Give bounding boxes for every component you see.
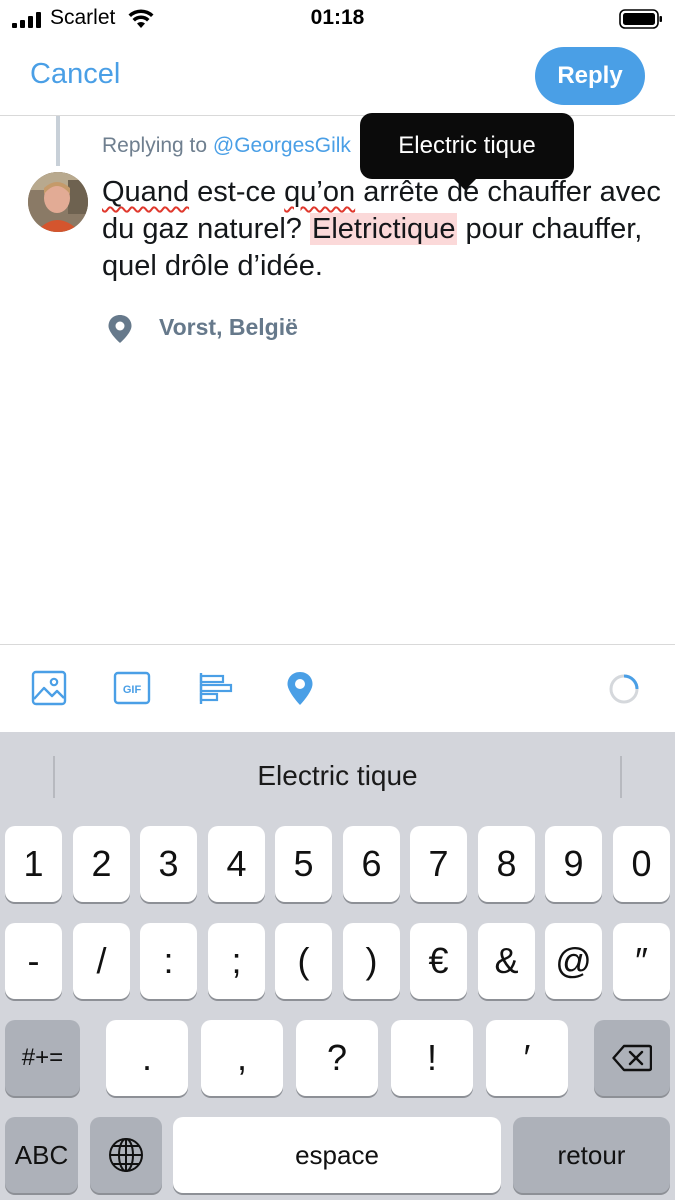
- cancel-button[interactable]: Cancel: [30, 58, 120, 91]
- key-at[interactable]: @: [545, 923, 602, 999]
- backspace-icon: [612, 1044, 653, 1072]
- key-0[interactable]: 0: [613, 826, 670, 902]
- key-question[interactable]: ?: [296, 1020, 378, 1096]
- delete-key[interactable]: [594, 1020, 670, 1096]
- key-5[interactable]: 5: [275, 826, 332, 902]
- autocorrect-highlighted-word[interactable]: Eletrictique: [309, 213, 458, 245]
- key-hyphen[interactable]: -: [5, 923, 62, 999]
- image-icon[interactable]: [30, 669, 68, 707]
- tweet-text-segment: est-ce: [189, 176, 285, 208]
- gif-frame: GIF: [113, 671, 151, 705]
- replying-to-prefix: Replying to: [102, 134, 208, 157]
- keyboard: Electric tique 1 2 3 4 5 6 7 8 9 0 - / :…: [0, 732, 675, 1200]
- space-key[interactable]: espace: [173, 1117, 501, 1193]
- key-6[interactable]: 6: [343, 826, 400, 902]
- tooltip-arrow: [453, 178, 477, 190]
- thread-connector-line: [56, 116, 60, 166]
- misspelled-word[interactable]: qu’on: [284, 176, 355, 208]
- battery-icon: [619, 9, 662, 29]
- key-slash[interactable]: /: [73, 923, 130, 999]
- status-bar: Scarlet 01:18: [0, 0, 675, 38]
- key-9[interactable]: 9: [545, 826, 602, 902]
- key-more-symbols[interactable]: #+=: [5, 1020, 80, 1096]
- key-1[interactable]: 1: [5, 826, 62, 902]
- key-2[interactable]: 2: [73, 826, 130, 902]
- key-abc[interactable]: ABC: [5, 1117, 78, 1193]
- gif-icon[interactable]: GIF: [113, 669, 151, 707]
- key-3[interactable]: 3: [140, 826, 197, 902]
- key-open-paren[interactable]: (: [275, 923, 332, 999]
- misspelled-word[interactable]: Quand: [102, 176, 189, 208]
- avatar-photo: [28, 172, 88, 232]
- reply-button[interactable]: Reply: [535, 47, 645, 105]
- tweet-text-input[interactable]: Quand est-ce qu’on arrête de chauffer av…: [102, 174, 662, 285]
- compose-header: Cancel Reply: [0, 38, 675, 116]
- key-period[interactable]: .: [106, 1020, 188, 1096]
- globe-key[interactable]: [90, 1117, 162, 1193]
- return-key[interactable]: retour: [513, 1117, 670, 1193]
- autocorrect-tooltip[interactable]: Electric tique: [360, 113, 574, 179]
- suggestion-divider: [620, 756, 622, 798]
- key-semicolon[interactable]: ;: [208, 923, 265, 999]
- key-4[interactable]: 4: [208, 826, 265, 902]
- replying-to-handle[interactable]: @GeorgesGilk: [213, 134, 351, 157]
- key-euro[interactable]: €: [410, 923, 467, 999]
- avatar[interactable]: [28, 172, 88, 232]
- status-time: 01:18: [310, 6, 365, 29]
- key-ampersand[interactable]: &: [478, 923, 535, 999]
- character-count-ring-icon: [609, 674, 639, 704]
- key-8[interactable]: 8: [478, 826, 535, 902]
- key-apostrophe[interactable]: ′: [486, 1020, 568, 1096]
- key-exclamation[interactable]: !: [391, 1020, 473, 1096]
- location-name: Vorst, België: [159, 314, 298, 340]
- suggestion-item[interactable]: Electric tique: [0, 760, 675, 792]
- key-comma[interactable]: ,: [201, 1020, 283, 1096]
- poll-icon[interactable]: [197, 669, 235, 707]
- key-close-paren[interactable]: ): [343, 923, 400, 999]
- key-7[interactable]: 7: [410, 826, 467, 902]
- gif-label: GIF: [123, 684, 142, 696]
- replying-to-label[interactable]: Replying to @GeorgesGilk: [102, 134, 367, 158]
- compose-toolbar: GIF: [0, 644, 675, 732]
- key-quote[interactable]: ″: [613, 923, 670, 999]
- location-pin-icon: [108, 315, 132, 343]
- location-pin-icon[interactable]: [281, 669, 319, 707]
- predictive-bar: Electric tique: [0, 732, 675, 822]
- globe-icon: [109, 1138, 143, 1172]
- key-colon[interactable]: :: [140, 923, 197, 999]
